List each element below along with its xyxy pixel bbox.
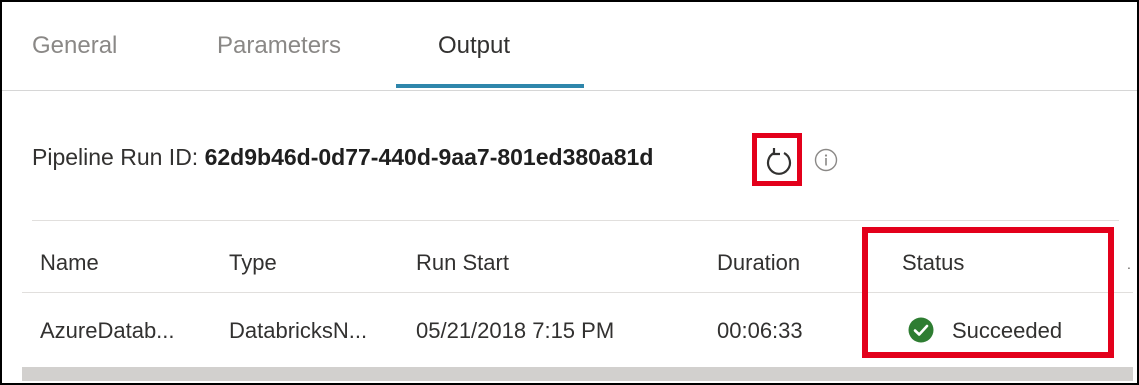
horizontal-scrollbar[interactable] [22, 367, 1133, 381]
cell-duration: 00:06:33 [717, 318, 803, 343]
info-icon[interactable] [814, 148, 838, 172]
column-resize-handle[interactable]: . [1127, 256, 1131, 272]
pipeline-run-id-label: Pipeline Run ID: [32, 144, 199, 170]
pipeline-run-id-row: Pipeline Run ID: 62d9b46d-0d77-440d-9aa7… [32, 144, 653, 171]
column-header-type[interactable]: Type [229, 250, 277, 276]
active-tab-indicator [396, 84, 584, 88]
pipeline-run-id-value: 62d9b46d-0d77-440d-9aa7-801ed380a81d [204, 144, 654, 170]
column-header-duration[interactable]: Duration [717, 250, 800, 276]
tab-bar: General Parameters Output [2, 2, 1137, 91]
cell-run-start: 05/21/2018 7:15 PM [416, 318, 615, 343]
column-header-run-start[interactable]: Run Start [416, 250, 509, 276]
tab-output[interactable]: Output [438, 32, 510, 60]
refresh-icon[interactable] [765, 146, 793, 176]
refresh-highlight-box [752, 133, 802, 186]
status-highlight-box [862, 227, 1114, 358]
column-header-name[interactable]: Name [40, 250, 99, 276]
cell-name: AzureDatab... [40, 318, 175, 343]
table-top-divider [32, 220, 1119, 221]
pipeline-run-panel: General Parameters Output Pipeline Run I… [0, 0, 1139, 385]
tab-parameters[interactable]: Parameters [217, 32, 341, 60]
tab-general[interactable]: General [32, 32, 117, 60]
cell-type: DatabricksN... [229, 318, 368, 343]
